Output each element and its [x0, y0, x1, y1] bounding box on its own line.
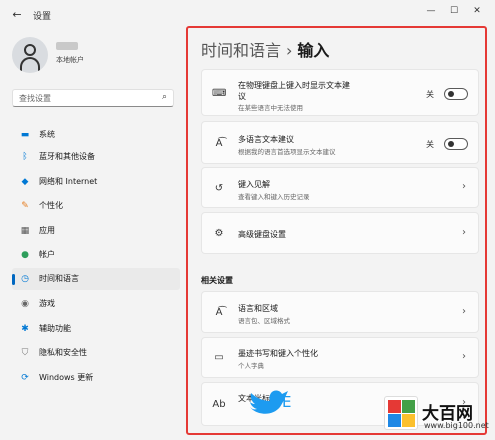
bird-watermark-glyph: E [282, 393, 292, 411]
sidebar-item-label: 应用 [39, 226, 55, 235]
sidebar-item[interactable]: ◆ 网络和 Internet [12, 171, 180, 193]
breadcrumb-separator: › [286, 41, 293, 60]
card-title: 多语言文本建议 [238, 135, 294, 144]
chevron-right-icon: › [462, 351, 466, 362]
user-name-blurred [56, 42, 78, 50]
watermark-url: www.big100.net [424, 421, 489, 430]
chevron-right-icon: › [462, 306, 466, 317]
sidebar-item[interactable]: ✱ 辅助功能 [12, 318, 180, 340]
language-region-icon: A͡ [215, 307, 223, 318]
gear-icon: ⚙ [214, 228, 224, 239]
sidebar-item-label: 帐户 [39, 250, 55, 259]
language-suggest-icon: A͡ [215, 138, 223, 149]
toggle-label: 关 [426, 90, 434, 99]
accessibility-icon: ✱ [21, 324, 29, 334]
apps-icon: ▦ [20, 226, 30, 236]
sidebar-item[interactable]: ◷ 时间和语言 [12, 268, 180, 290]
close-button[interactable]: ✕ [466, 4, 488, 18]
gamepad-icon: ◉ [21, 299, 29, 309]
sidebar-item-label: 游戏 [39, 299, 55, 308]
setting-card-inking-typing[interactable]: ▭ 墨迹书写和键入个性化 个人字典 › [201, 337, 479, 378]
active-indicator [12, 274, 15, 285]
person-icon: ● [21, 250, 29, 260]
card-subtitle: 根据我的语言首选项显示文本建议 [238, 148, 336, 156]
sidebar-item-label: 隐私和安全性 [39, 348, 87, 357]
card-subtitle: 在某些语言中无法使用 [238, 104, 303, 112]
update-icon: ⟳ [21, 373, 29, 383]
sidebar-item[interactable]: ◉ 游戏 [12, 293, 180, 315]
setting-card-advanced-keyboard[interactable]: ⚙ 高级键盘设置 › [201, 212, 479, 254]
window-title: 设置 [33, 12, 52, 22]
sidebar-item-label: 蓝牙和其他设备 [39, 152, 95, 161]
chevron-right-icon: › [462, 181, 466, 192]
card-subtitle: 语言包、区域格式 [238, 317, 290, 325]
setting-card-physical-keyboard-suggestions[interactable]: ⌨ 在物理键盘上键入时显示文本建 议 在某些语言中无法使用 关 [201, 69, 479, 116]
shield-icon: ⛉ [21, 348, 29, 358]
card-subtitle: 查看键入和键入历史记录 [238, 193, 310, 201]
card-title: 键入见解 [238, 180, 270, 189]
multilingual-suggestions-toggle[interactable] [444, 138, 468, 150]
sidebar-item[interactable]: ⟳ Windows 更新 [12, 367, 180, 389]
physical-keyboard-suggestions-toggle[interactable] [444, 88, 468, 100]
monitor-icon: ▬ [20, 130, 30, 140]
sidebar-item[interactable]: ᛒ 蓝牙和其他设备 [12, 146, 180, 168]
sidebar-item[interactable]: ▬ 系统 [12, 124, 180, 146]
text-cursor-icon: Ab [212, 399, 226, 410]
card-subtitle: 个人字典 [238, 362, 264, 370]
card-title: 墨迹书写和键入个性化 [238, 349, 318, 358]
chevron-right-icon: › [462, 227, 466, 238]
sidebar-item[interactable]: ▦ 应用 [12, 220, 180, 242]
ink-icon: ▭ [214, 352, 224, 363]
account-type-label: 本地帐户 [56, 56, 84, 64]
toggle-label: 关 [426, 140, 434, 149]
sidebar-item-label: 网络和 Internet [39, 177, 98, 186]
breadcrumb-parent[interactable]: 时间和语言 [201, 41, 281, 60]
clock-globe-icon: ◷ [21, 274, 29, 284]
sidebar-item-label: 个性化 [39, 201, 63, 210]
sidebar-item-label: 辅助功能 [39, 324, 71, 333]
card-title: 高级键盘设置 [238, 230, 286, 239]
avatar-head-shape [24, 44, 36, 56]
avatar [12, 37, 48, 73]
maximize-button[interactable]: ☐ [443, 4, 465, 18]
avatar-body-shape [20, 57, 40, 71]
back-arrow-icon[interactable]: ← [10, 8, 24, 22]
search-placeholder: 查找设置 [19, 94, 51, 103]
setting-card-language-region[interactable]: A͡ 语言和区域 语言包、区域格式 › [201, 291, 479, 333]
big100-logo-icon [384, 396, 418, 430]
history-icon: ↺ [214, 183, 224, 194]
minimize-button[interactable]: — [420, 4, 442, 18]
keyboard-icon: ⌨ [212, 88, 227, 99]
bluetooth-icon: ᛒ [22, 152, 28, 162]
setting-card-multilingual-suggestions[interactable]: A͡ 多语言文本建议 根据我的语言首选项显示文本建议 关 [201, 121, 479, 164]
section-heading-related: 相关设置 [201, 276, 233, 285]
sidebar-item-label: 时间和语言 [39, 274, 79, 283]
page-title: 输入 [297, 41, 330, 60]
search-icon: ⌕ [161, 92, 167, 102]
card-title: 在物理键盘上键入时显示文本建 [238, 81, 350, 90]
card-title: 语言和区域 [238, 304, 278, 313]
breadcrumb: 时间和语言 › 输入 [201, 37, 329, 61]
sidebar-item-label: Windows 更新 [39, 373, 94, 382]
card-title-line2: 议 [238, 92, 246, 101]
setting-card-typing-insights[interactable]: ↺ 键入见解 查看键入和键入历史记录 › [201, 167, 479, 208]
wifi-icon: ◆ [21, 177, 29, 187]
sidebar-item[interactable]: ● 帐户 [12, 244, 180, 266]
search-box[interactable]: 查找设置 ⌕ [12, 89, 174, 107]
brush-icon: ✎ [21, 201, 29, 211]
sidebar-item-label: 系统 [39, 130, 55, 139]
sidebar-item[interactable]: ✎ 个性化 [12, 195, 180, 217]
sidebar-item[interactable]: ⛉ 隐私和安全性 [12, 342, 180, 364]
